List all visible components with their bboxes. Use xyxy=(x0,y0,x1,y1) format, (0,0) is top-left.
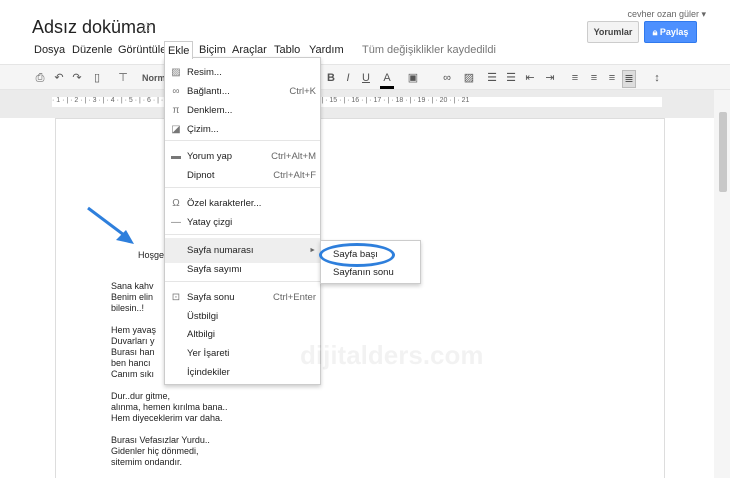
menu-item-label: Dipnot xyxy=(187,170,215,181)
menu-item-label: Altbilgi xyxy=(187,329,215,340)
doc-line: Burası Vefasızlar Yurdu.. xyxy=(111,435,210,445)
numbered-list-icon[interactable]: ☰ xyxy=(485,70,499,86)
share-label: Paylaş xyxy=(659,27,689,37)
watermark: dijitalders.com xyxy=(300,340,484,370)
menu-item-label: Yatay çizgi xyxy=(187,217,233,228)
comment-icon: ▬ xyxy=(171,151,181,162)
doc-line: alınma, hemen kırılma bana.. xyxy=(111,402,228,412)
menu-item[interactable]: Ω Özel karakterler... xyxy=(165,194,320,213)
menu-separator xyxy=(165,187,320,188)
menu-item-label: Denklem... xyxy=(187,105,233,116)
menu-item[interactable]: Üstbilgi xyxy=(165,307,320,326)
menu-item-label: Yorum yap xyxy=(187,151,233,162)
menu-item-label: Yer İşareti xyxy=(187,348,230,359)
doc-heading: Hoşge xyxy=(138,250,165,260)
menu-item-label: Sayfa sayımı xyxy=(187,264,242,275)
justify-icon[interactable]: ≣ xyxy=(622,70,636,88)
align-left-icon[interactable]: ≡ xyxy=(568,70,582,86)
toolbar: ⎙ ↶ ↷ ▯ ⊤ Norm B I U A ▣ ∞ ▨ ☰ ☰ ⇤ ⇥ ≡ ≡… xyxy=(0,64,730,90)
menu-item[interactable]: Sayfa sayımı xyxy=(165,260,320,279)
menu-item[interactable]: ◪ Çizim... xyxy=(165,120,320,139)
menu-item-shortcut: Ctrl+Alt+M xyxy=(271,151,316,162)
comments-button[interactable]: Yorumlar xyxy=(587,21,639,43)
italic-button[interactable]: I xyxy=(341,70,355,86)
bullet-list-icon[interactable]: ☰ xyxy=(504,70,518,86)
menu-item[interactable]: İçindekiler xyxy=(165,363,320,382)
align-center-icon[interactable]: ≡ xyxy=(587,70,601,86)
insert-menu-dropdown: ▨ Resim... ∞ Bağlantı... Ctrl+K π Denklem... ◪ Ç… xyxy=(164,57,321,385)
menu-item-shortcut: Ctrl+Alt+F xyxy=(273,170,316,181)
menu-item[interactable]: Yer İşareti xyxy=(165,344,320,363)
submenu-item-bottom-of-page[interactable]: Sayfanın sonu xyxy=(333,266,394,280)
text-color-button[interactable]: A xyxy=(380,70,394,89)
menu-item[interactable]: Dipnot Ctrl+Alt+F xyxy=(165,166,320,185)
image-icon[interactable]: ▨ xyxy=(462,70,476,86)
menu-item[interactable]: ▬ Yorum yap Ctrl+Alt+M xyxy=(165,147,320,166)
menu-item-label: İçindekiler xyxy=(187,367,230,378)
line-spacing-icon[interactable]: ↕ xyxy=(650,70,664,86)
menu-item-label: Bağlantı... xyxy=(187,86,230,97)
menu-item[interactable]: ⊡ Sayfa sonu Ctrl+Enter xyxy=(165,288,320,307)
menu-item-shortcut: Ctrl+Enter xyxy=(272,292,316,303)
bold-button[interactable]: B xyxy=(324,70,338,86)
menu-item[interactable]: ▨ Resim... xyxy=(165,63,320,82)
page-break-icon: ⊡ xyxy=(171,292,181,303)
menu-item-label: Üstbilgi xyxy=(187,311,219,322)
clipboard-icon[interactable]: ▯ xyxy=(90,70,104,86)
menu-item-shortcut: Ctrl+K xyxy=(289,86,316,97)
decrease-indent-icon[interactable]: ⇤ xyxy=(523,70,537,86)
menu-separator xyxy=(165,140,320,141)
doc-line: sitemim ondandır. xyxy=(111,457,183,467)
menu-item[interactable]: Altbilgi xyxy=(165,325,320,344)
document-title[interactable]: Adsız doküman xyxy=(32,17,156,38)
drawing-icon: ◪ xyxy=(171,124,181,135)
menu-item-label: Resim... xyxy=(187,67,222,78)
menu-insert[interactable]: Ekle xyxy=(164,41,194,59)
menu-view[interactable]: Görüntüle xyxy=(115,41,169,59)
share-button[interactable]: 🔒︎ Paylaş xyxy=(644,21,697,43)
redo-icon[interactable]: ↷ xyxy=(70,70,84,86)
menu-edit[interactable]: Düzenle xyxy=(69,41,115,59)
increase-indent-icon[interactable]: ⇥ xyxy=(543,70,557,86)
menu-item-label: Sayfa numarası xyxy=(187,245,254,256)
link-icon[interactable]: ∞ xyxy=(440,70,454,86)
menu-item[interactable]: ∞ Bağlantı... Ctrl+K xyxy=(165,82,320,101)
menu-file[interactable]: Dosya xyxy=(31,41,68,59)
ruler[interactable]: · 1 · | · 2 · | · 3 · | · 4 · | · 5 · | … xyxy=(52,97,662,107)
menu-item-label: Özel karakterler... xyxy=(187,198,262,209)
paint-format-icon[interactable]: ⊤ xyxy=(116,70,130,86)
link-icon: ∞ xyxy=(172,86,180,97)
undo-icon[interactable]: ↶ xyxy=(52,70,66,86)
doc-line: Hem diyeceklerim var daha. xyxy=(111,413,223,423)
menu-item-label: Çizim... xyxy=(187,124,219,135)
menu-item[interactable]: — Yatay çizgi xyxy=(165,213,320,232)
highlight-annotation-ellipse xyxy=(319,243,395,267)
star-icon[interactable]: ☆ xyxy=(140,18,153,36)
menu-separator xyxy=(165,281,320,282)
image-icon: ▨ xyxy=(171,67,181,78)
print-icon[interactable]: ⎙ xyxy=(33,70,47,86)
menu-separator xyxy=(165,234,320,235)
style-select[interactable]: Norm xyxy=(142,70,166,86)
highlight-icon[interactable]: ▣ xyxy=(406,70,420,86)
align-right-icon[interactable]: ≡ xyxy=(605,70,619,86)
menu-item-label: Sayfa sonu xyxy=(187,292,235,303)
doc-line: Dur..dur gitme, xyxy=(111,391,171,401)
scrollbar-thumb[interactable] xyxy=(719,112,727,192)
menu-item[interactable]: π Denklem... xyxy=(165,101,320,120)
save-status: Tüm değişiklikler kaydedildi xyxy=(362,44,496,56)
arrow-annotation-icon xyxy=(87,206,134,244)
underline-button[interactable]: U xyxy=(359,70,373,86)
omega-icon: Ω xyxy=(172,198,180,209)
user-account-menu[interactable]: cevher ozan güler ▾ xyxy=(627,9,706,20)
pi-icon: π xyxy=(172,105,180,116)
hr-icon: — xyxy=(171,217,181,228)
doc-line: Gidenler hiç dönmedi, xyxy=(111,446,199,456)
lock-icon: 🔒︎ xyxy=(652,27,660,37)
